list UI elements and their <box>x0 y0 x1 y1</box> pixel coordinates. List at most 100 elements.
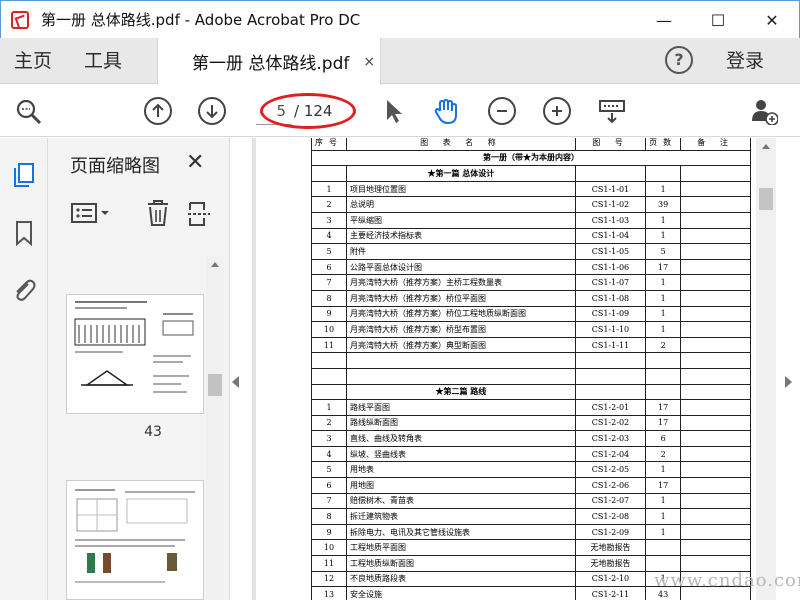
acrobat-app-icon <box>11 9 33 31</box>
table-row: 9 月亮湾特大桥（推荐方案）桥位工程地质纵断面图 CS1-1-09 1 <box>311 305 751 323</box>
document-scrollbar[interactable] <box>756 138 776 600</box>
bookmark-icon[interactable] <box>12 220 36 246</box>
page-count: 2 <box>645 445 682 463</box>
table-row: 6 公路平面总体设计图 CS1-1-06 17 <box>311 258 751 276</box>
row-number: 5 <box>311 461 347 479</box>
page-count: 1 <box>645 321 682 338</box>
page-thumbnails-icon[interactable] <box>12 162 36 188</box>
minimize-button[interactable]: — <box>637 1 691 39</box>
row-number: 11 <box>311 336 347 354</box>
page-thumbnail[interactable] <box>66 294 204 414</box>
drawing-code: CS1-1-04 <box>574 227 647 245</box>
table-row: 4 主要经济技术指标表 CS1-1-04 1 <box>311 227 751 245</box>
table-row: 10 月亮湾特大桥（推荐方案）桥型布置图 CS1-1-10 1 <box>311 321 751 338</box>
blank-row <box>311 367 751 385</box>
panel-title: 页面缩略图 <box>70 156 160 177</box>
panel-scroll-thumb[interactable] <box>208 374 222 396</box>
zoom-in-icon[interactable] <box>543 97 571 125</box>
toolbar: 5 / 124 <box>0 85 800 137</box>
drawing-code: CS1-2-04 <box>574 445 647 463</box>
zoom-out-icon[interactable] <box>488 97 516 125</box>
drawing-code: CS1-2-05 <box>574 461 647 479</box>
thumbnail-options-icon[interactable] <box>71 203 109 223</box>
page-count: 1 <box>645 274 682 291</box>
drawing-code: 无地勘报告 <box>574 539 647 557</box>
close-tab-icon[interactable]: × <box>363 54 375 70</box>
left-rail <box>0 138 48 600</box>
table-row: 3 直线、曲线及转角表 CS1-2-03 6 <box>311 430 751 447</box>
extract-page-icon[interactable] <box>188 202 210 226</box>
table-row: 6 用地图 CS1-2-06 17 <box>311 477 751 494</box>
select-arrow-icon[interactable] <box>380 97 408 125</box>
row-number: 12 <box>311 570 347 588</box>
row-number: 1 <box>311 399 347 416</box>
section-title-row: ★第二篇 路线 <box>311 383 751 401</box>
window-title: 第一册 总体路线.pdf - Adobe Acrobat Pro DC <box>41 11 361 29</box>
table-row: 3 平纵缩图 CS1-1-03 1 <box>311 211 751 229</box>
tab-document[interactable]: 第一册 总体路线.pdf × <box>157 38 381 85</box>
drawing-name: 直线、曲线及转角表 <box>346 430 576 447</box>
drawing-code: CS1-2-09 <box>574 523 647 541</box>
row-number: 8 <box>311 508 347 525</box>
table-header-row: 序号 图 表 名 称 图 号 页数 备 注 <box>311 138 751 151</box>
document-tab-label: 第一册 总体路线.pdf <box>192 54 350 74</box>
expand-right-pane-arrow-icon[interactable] <box>785 376 792 388</box>
maximize-button[interactable]: ☐ <box>691 1 745 39</box>
table-row: 2 总说明 CS1-1-02 39 <box>311 196 751 213</box>
drawing-code: CS1-1-05 <box>574 243 647 260</box>
pdf-page: 序号 图 表 名 称 图 号 页数 备 注 第一册（带★为本册内容） ★第一篇 … <box>256 138 756 600</box>
page-count: 17 <box>645 477 682 494</box>
hand-tool-icon[interactable] <box>432 97 460 125</box>
drawing-name: 月亮湾特大桥（推荐方案）桥位平面图 <box>346 289 576 307</box>
row-number: 4 <box>311 227 347 245</box>
row-number: 10 <box>311 321 347 338</box>
attachment-icon[interactable] <box>12 278 36 304</box>
tab-home[interactable]: 主页 <box>14 38 52 84</box>
zoom-search-icon[interactable] <box>14 97 42 125</box>
row-number: 5 <box>311 243 347 260</box>
table-row: 7 月亮湾特大桥（推荐方案）主桥工程数量表 CS1-1-07 1 <box>311 274 751 291</box>
drawing-code: CS1-1-08 <box>574 289 647 307</box>
close-window-button[interactable]: ✕ <box>745 1 799 39</box>
delete-page-icon[interactable] <box>148 200 168 226</box>
close-panel-icon[interactable]: ✕ <box>186 150 204 175</box>
help-icon[interactable]: ? <box>665 46 693 74</box>
annotation-highlight-ellipse <box>260 93 356 129</box>
drawing-code: CS1-1-06 <box>574 258 647 276</box>
document-scroll-thumb[interactable] <box>759 188 773 210</box>
collapse-panel-arrow-icon[interactable] <box>232 376 239 388</box>
drawing-name: 拆除电力、电讯及其它管线设施表 <box>346 523 576 541</box>
row-number: 10 <box>311 539 347 557</box>
page-up-icon[interactable] <box>144 97 172 125</box>
drawing-name: 安全设施 <box>346 586 576 600</box>
tab-tools[interactable]: 工具 <box>84 38 122 84</box>
page-count: 2 <box>645 336 682 354</box>
panel-toolbar <box>71 200 210 226</box>
page-count: 1 <box>645 211 682 229</box>
drawing-name: 用地表 <box>346 461 576 479</box>
tab-row: 主页 工具 第一册 总体路线.pdf × ? 登录 <box>0 38 800 85</box>
login-button[interactable]: 登录 <box>726 38 764 84</box>
table-row: 5 用地表 CS1-2-05 1 <box>311 461 751 479</box>
page-count: 1 <box>645 180 682 198</box>
share-user-icon[interactable] <box>750 97 778 125</box>
page-count: 5 <box>645 243 682 260</box>
drawing-name: 公路平面总体设计图 <box>346 258 576 276</box>
row-number: 7 <box>311 274 347 291</box>
row-number: 4 <box>311 445 347 463</box>
page-count: 1 <box>645 492 682 510</box>
toc-table: 序号 图 表 名 称 图 号 页数 备 注 第一册（带★为本册内容） ★第一篇 … <box>311 138 751 600</box>
drawing-code: CS1-1-10 <box>574 321 647 338</box>
page-count: 1 <box>645 227 682 245</box>
header-code: 图 号 <box>574 138 647 151</box>
drawing-code: CS1-1-02 <box>574 196 647 213</box>
panel-scrollbar[interactable] <box>206 256 224 600</box>
page-down-icon[interactable] <box>198 97 226 125</box>
row-number: 3 <box>311 430 347 447</box>
page-count: 1 <box>645 461 682 479</box>
page-thumbnail[interactable] <box>66 480 204 600</box>
keyboard-icon[interactable] <box>598 97 626 125</box>
drawing-code: CS1-2-10 <box>574 570 647 588</box>
header-name: 图 表 名 称 <box>346 138 576 151</box>
drawing-code: CS1-2-11 <box>574 586 647 600</box>
